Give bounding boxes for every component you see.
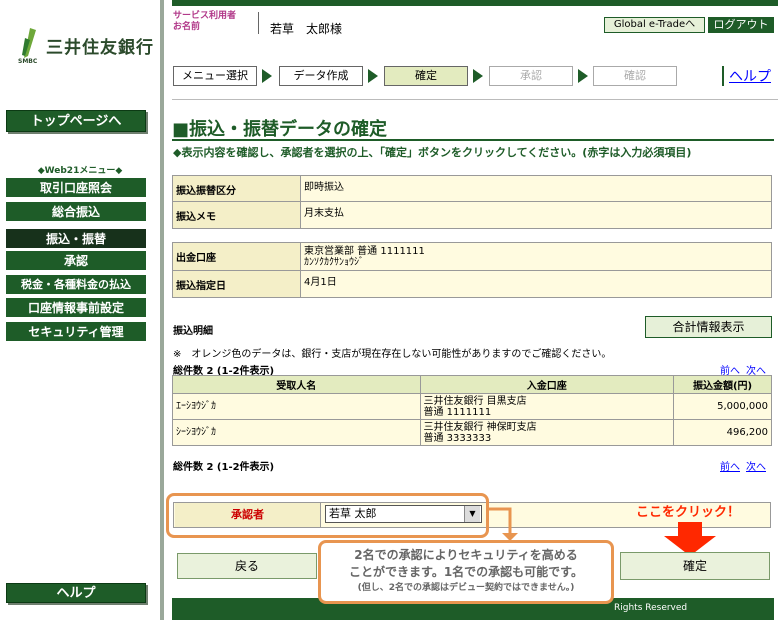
step-menu-select: メニュー選択 — [173, 66, 257, 86]
step-arrow-icon — [368, 69, 378, 83]
orange-data-note: ※ オレンジ色のデータは、銀行・支店が現在存在しない可能性がありますのでご確認く… — [173, 349, 612, 360]
info-value: 4月1日 — [301, 271, 771, 297]
info-row: 出金口座 東京営業部 普通 1111111 ｶﾝｿｸｶｸｻﾝｮｳｼﾞ — [173, 243, 771, 271]
step-arrow-icon — [578, 69, 588, 83]
transfer-amount: 5,000,000 — [673, 393, 772, 420]
info-key: 振込メモ — [173, 202, 301, 228]
step-approve: 承認 — [489, 66, 573, 86]
top-bar — [172, 0, 778, 6]
logout-button[interactable]: ログアウト — [708, 17, 774, 33]
sidebar-item-approval[interactable]: 承認 — [6, 251, 146, 271]
info-key: 出金口座 — [173, 243, 301, 270]
sidebar-item-transfer[interactable]: 振込・振替 — [6, 229, 146, 249]
page-title: ■振込・振替データの確定 — [172, 119, 388, 140]
global-etrade-button[interactable]: Global e-Tradeへ — [604, 17, 705, 33]
help-link[interactable]: ヘルプ — [722, 66, 771, 86]
recipient-name: ｼｰｼﾖｳｼﾞｶ — [172, 419, 421, 446]
info-value: 東京営業部 普通 1111111 ｶﾝｿｸｶｸｻﾝｮｳｼﾞ — [301, 243, 771, 270]
callout-line2: ことができます。1名での承認も可能です。 — [349, 565, 583, 579]
click-here-hint: ここをクリック！ — [636, 505, 741, 520]
info-key: 振込指定日 — [173, 271, 301, 297]
pager-next-link[interactable]: 次へ — [746, 462, 766, 473]
info-value: 即時振込 — [301, 176, 771, 201]
info-row: 振込指定日 4月1日 — [173, 271, 771, 297]
deposit-number: 普通 3333333 — [423, 432, 492, 444]
user-separator — [258, 12, 259, 34]
deposit-account: 三井住友銀行 目黒支店 普通 1111111 — [419, 393, 675, 420]
transfer-amount: 496,200 — [673, 419, 772, 446]
table-row: ｴｰｼﾖｳｼﾞｶ 三井住友銀行 目黒支店 普通 1111111 5,000,000 — [172, 393, 772, 420]
info-row: 振込振替区分 即時振込 — [173, 176, 771, 202]
sidebar-item-account-settings[interactable]: 口座情報事前設定 — [6, 298, 146, 318]
table-row: ｼｰｼﾖｳｼﾞｶ 三井住友銀行 神保町支店 普通 3333333 496,200 — [172, 419, 772, 446]
table-header-row: 受取人名 入金口座 振込金額(円) — [172, 375, 772, 394]
user-name: 若草 太郎様 — [270, 22, 343, 36]
bank-logo-sub: SMBC — [18, 58, 38, 65]
top-page-button[interactable]: トップページへ — [6, 110, 146, 132]
sidebar-item-security[interactable]: セキュリティ管理 — [6, 322, 146, 342]
user-caption-line2: お名前 — [173, 22, 201, 32]
bank-logo-text: 三井住友銀行 — [46, 38, 154, 58]
title-rule — [172, 139, 774, 141]
user-caption-line1: サービス利用者 — [173, 11, 237, 21]
smbc-logo-icon — [22, 28, 36, 58]
back-button[interactable]: 戻る — [177, 553, 317, 579]
col-header-recipient: 受取人名 — [172, 375, 421, 394]
step-arrow-icon — [473, 69, 483, 83]
step-check: 確認 — [593, 66, 677, 86]
account-line2: ｶﾝｿｸｶｸｻﾝｮｳｼﾞ — [304, 257, 364, 268]
sidebar: 三井住友銀行 SMBC トップページへ ◆Web21メニュー◆ 取引口座照会 総… — [0, 0, 160, 620]
transfer-detail-table: 受取人名 入金口座 振込金額(円) ｴｰｼﾖｳｼﾞｶ 三井住友銀行 目黒支店 普通… — [172, 375, 772, 446]
sidebar-item-bulk-transfer[interactable]: 総合振込 — [6, 202, 146, 222]
info-row: 振込メモ 月末支払 — [173, 202, 771, 228]
callout-line1: 2名での承認によりセキュリティを高める — [354, 548, 578, 562]
header-separator — [172, 99, 778, 100]
callout-line3: (但し、2名での承認はデビュー契約ではできません。) — [357, 583, 575, 593]
account-line1: 東京営業部 普通 1111111 — [304, 246, 425, 257]
approver-highlight — [166, 493, 489, 538]
red-down-arrow-icon — [664, 522, 716, 556]
confirm-button[interactable]: 確定 — [620, 552, 770, 580]
user-caption: サービス利用者 お名前 — [173, 11, 236, 33]
info-key: 振込振替区分 — [173, 176, 301, 201]
step-confirm: 確定 — [384, 66, 468, 86]
copyright-text: Rights Reserved — [614, 603, 688, 613]
step-data-create: データ作成 — [279, 66, 363, 86]
pager-bottom: 前へ 次へ — [720, 458, 772, 473]
step-arrow-icon — [262, 69, 272, 83]
record-count-bottom: 総件数 2 (1-2件表示) — [173, 462, 275, 473]
transfer-info-table: 振込振替区分 即時振込 振込メモ 月末支払 — [172, 175, 772, 229]
sidebar-divider — [160, 0, 164, 620]
col-header-amount: 振込金額(円) — [673, 375, 772, 394]
deposit-bank: 三井住友銀行 目黒支店 — [423, 395, 527, 407]
callout-connector-icon — [488, 507, 518, 541]
approval-callout: 2名での承認によりセキュリティを高める ことができます。1名での承認も可能です。… — [318, 540, 614, 604]
deposit-account: 三井住友銀行 神保町支店 普通 3333333 — [419, 419, 675, 446]
pager-prev-link[interactable]: 前へ — [720, 462, 740, 473]
sidebar-item-tax-payment[interactable]: 税金・各種料金の払込 — [6, 275, 146, 295]
deposit-number: 普通 1111111 — [423, 406, 492, 418]
deposit-bank: 三井住友銀行 神保町支店 — [423, 421, 537, 433]
col-header-account: 入金口座 — [419, 375, 675, 394]
sidebar-help-button[interactable]: ヘルプ — [6, 583, 146, 603]
web21-menu-heading: ◆Web21メニュー◆ — [37, 166, 123, 176]
sidebar-item-account-inquiry[interactable]: 取引口座照会 — [6, 178, 146, 198]
account-info-table: 出金口座 東京営業部 普通 1111111 ｶﾝｿｸｶｸｻﾝｮｳｼﾞ 振込指定日… — [172, 242, 772, 298]
recipient-name: ｴｰｼﾖｳｼﾞｶ — [172, 393, 421, 420]
info-value: 月末支払 — [301, 202, 771, 228]
detail-label: 振込明細 — [173, 326, 213, 337]
total-info-button[interactable]: 合計情報表示 — [645, 316, 772, 338]
instruction-text: ◆表示内容を確認し、承認者を選択の上、「確定」ボタンをクリックしてください。(赤… — [173, 146, 692, 159]
